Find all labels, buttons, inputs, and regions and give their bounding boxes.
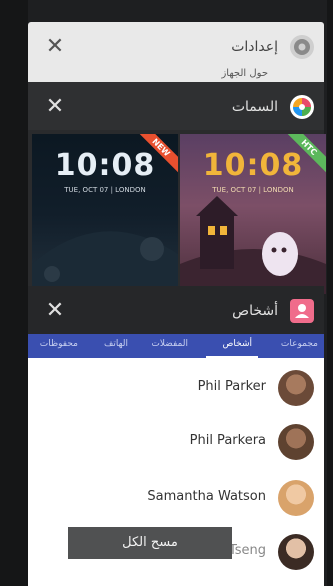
contact-row[interactable]: Phil Parkera — [44, 424, 314, 460]
tab-groups[interactable]: مجموعات — [281, 339, 318, 349]
screen-frame-left — [0, 0, 28, 586]
theme-preview-right[interactable]: 10:08 TUE, OCT 07 | LONDON HTC — [180, 134, 326, 294]
card-header: ✕ أشخاص — [28, 286, 324, 334]
people-tab-bar: مجموعات أشخاص المفضلات الهاتف محفوظات — [28, 334, 324, 358]
avatar — [278, 480, 314, 516]
close-icon[interactable]: ✕ — [44, 96, 66, 118]
card-header: ✕ إعدادات — [28, 22, 324, 74]
card-subtitle: حول الجهاز — [221, 68, 268, 79]
close-icon[interactable]: ✕ — [44, 300, 66, 322]
card-header: ✕ السمات — [28, 82, 324, 130]
card-title: إعدادات — [231, 39, 278, 55]
gear-icon — [290, 35, 314, 59]
card-title: أشخاص — [232, 303, 278, 319]
people-app-icon — [290, 299, 314, 323]
avatar — [278, 370, 314, 406]
avatar — [278, 424, 314, 460]
themes-app-icon — [290, 95, 314, 119]
theme-preview-left[interactable]: 10:08 TUE, OCT 07 | LONDON NEW — [32, 134, 178, 294]
card-title: السمات — [231, 99, 278, 115]
galaxy-art — [32, 231, 178, 294]
active-tab-indicator — [206, 356, 258, 358]
recent-card-themes[interactable]: ✕ السمات 10:08 TUE, OCT 07 | LONDON NEW … — [28, 82, 326, 294]
clear-all-button[interactable]: مسح الكل — [68, 527, 232, 559]
contact-row[interactable]: Phil Parker — [44, 370, 314, 406]
tab-favorites[interactable]: المفضلات — [151, 339, 188, 349]
contact-name: Phil Parker — [197, 379, 266, 394]
tab-people[interactable]: أشخاص — [223, 339, 252, 349]
close-icon[interactable]: ✕ — [44, 36, 66, 58]
tab-phone[interactable]: الهاتف — [104, 339, 128, 349]
contact-row[interactable]: Samantha Watson — [44, 480, 314, 516]
recent-card-settings[interactable]: ✕ إعدادات حول الجهاز — [28, 22, 324, 84]
screen-frame-right — [327, 0, 333, 586]
avatar — [278, 534, 314, 570]
contact-name: Samantha Watson — [147, 489, 266, 504]
haunted-house-art — [180, 196, 326, 294]
contact-name: Phil Parkera — [189, 433, 266, 448]
tab-history[interactable]: محفوظات — [40, 339, 78, 349]
